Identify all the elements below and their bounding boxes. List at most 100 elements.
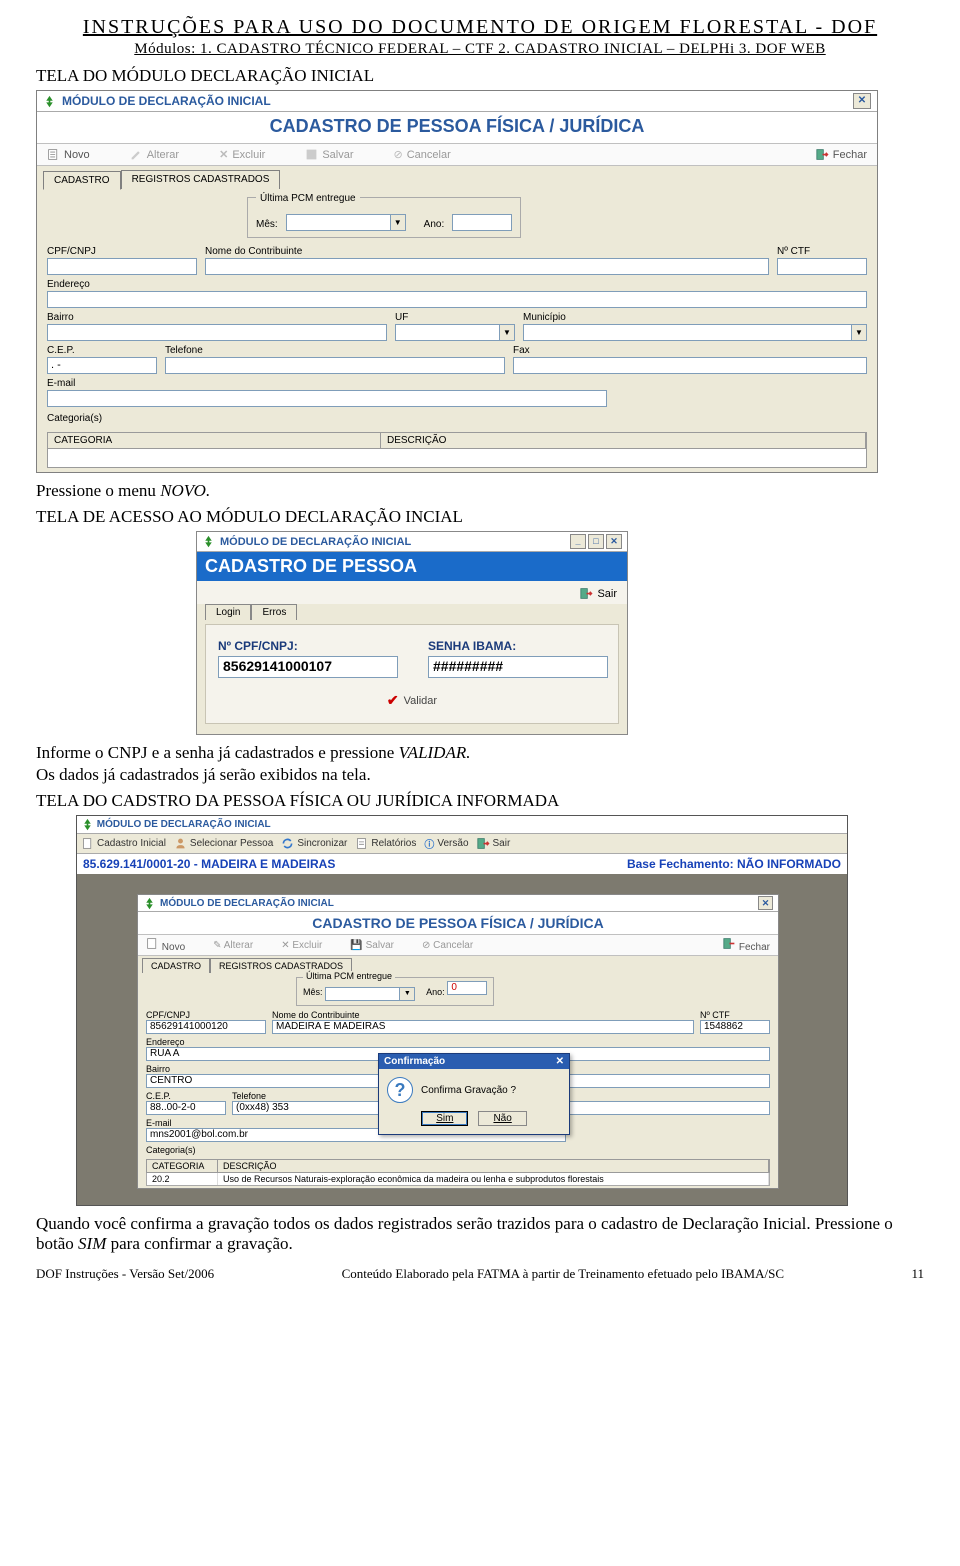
menu-relatorios[interactable]: Relatórios <box>355 836 416 851</box>
fax-label: Fax <box>513 345 867 356</box>
bairro-input[interactable] <box>47 324 387 341</box>
salvar-button[interactable]: 💾 Salvar <box>350 940 394 951</box>
menu-cadastro[interactable]: Cadastro Inicial <box>81 836 166 851</box>
nctf-input[interactable] <box>777 258 867 275</box>
excluir-button[interactable]: ✕ Excluir <box>281 940 322 951</box>
nctf-label: Nº CTF <box>777 246 867 257</box>
tab-erros[interactable]: Erros <box>251 604 297 620</box>
pcm-legend: Última PCM entregue <box>303 971 395 981</box>
novo-button[interactable]: Novo <box>146 937 185 953</box>
minimize-icon[interactable]: _ <box>570 534 586 549</box>
endereco-input[interactable] <box>47 291 867 308</box>
close-icon[interactable]: ✕ <box>556 1056 564 1067</box>
instruction-2: Informe o CNPJ e a senha já cadastrados … <box>36 743 924 763</box>
nctf-input[interactable]: 1548862 <box>700 1020 770 1034</box>
col-categoria: CATEGORIA <box>147 1160 218 1172</box>
cpfcnpj-input[interactable] <box>47 258 197 275</box>
nome-input[interactable] <box>205 258 769 275</box>
section-3-label: TELA DO CADSTRO DA PESSOA FÍSICA OU JURÍ… <box>36 791 924 811</box>
mes-label: Mês: <box>256 219 278 230</box>
pcm-legend: Última PCM entregue <box>256 193 360 204</box>
cpf-label: Nº CPF/CNPJ: <box>218 639 398 653</box>
senha-label: SENHA IBAMA: <box>428 639 608 653</box>
nao-button[interactable]: Não <box>478 1111 526 1126</box>
edit-icon <box>130 148 143 161</box>
bairro-label: Bairro <box>146 1064 396 1074</box>
ano-input[interactable]: 0 <box>447 981 487 995</box>
municipio-select[interactable]: ▼ <box>523 324 867 341</box>
tab-registros[interactable]: REGISTROS CADASTRADOS <box>121 170 281 189</box>
cep-input[interactable]: . - <box>47 357 157 374</box>
info-icon: ⓘ <box>424 836 434 851</box>
col-descricao: DESCRIÇÃO <box>218 1160 769 1172</box>
screenshot-3: MÓDULO DE DECLARAÇÃO INICIAL Cadastro In… <box>76 815 848 1206</box>
save-icon <box>305 148 318 161</box>
categorias-label: Categoria(s) <box>47 413 867 424</box>
salvar-button[interactable]: Salvar <box>305 148 353 161</box>
mes-select[interactable]: ▼ <box>325 987 415 1001</box>
novo-button[interactable]: Novo <box>47 148 90 161</box>
email-input[interactable] <box>47 390 607 407</box>
screenshot-2: MÓDULO DE DECLARAÇÃO INICIAL _ □ ✕ CADAS… <box>196 531 628 735</box>
bairro-input[interactable]: CENTRO <box>146 1074 396 1088</box>
menu-sair[interactable]: Sair <box>477 836 511 851</box>
window-subtitle: CADASTRO DE PESSOA FÍSICA / JURÍDICA <box>37 112 877 144</box>
cpf-input[interactable]: 85629141000107 <box>218 656 398 678</box>
exit-icon <box>723 937 736 950</box>
instruction-3: Os dados já cadastrados já serão exibido… <box>36 765 924 785</box>
cep-label: C.E.P. <box>146 1091 226 1101</box>
cpfcnpj-input[interactable]: 85629141000120 <box>146 1020 266 1034</box>
close-icon[interactable]: ✕ <box>853 93 871 109</box>
tab-login[interactable]: Login <box>205 604 251 620</box>
ano-label: Ano: <box>424 219 445 230</box>
fax-input[interactable] <box>513 357 867 374</box>
cep-input[interactable]: 88..00-2-0 <box>146 1101 226 1115</box>
alterar-button[interactable]: ✎ Alterar <box>213 940 253 951</box>
bairro-label: Bairro <box>47 312 387 323</box>
ano-input[interactable] <box>452 214 512 231</box>
excluir-button[interactable]: ✕Excluir <box>219 148 265 161</box>
instruction-4: Quando você confirma a gravação todos os… <box>36 1214 924 1254</box>
cpfcnpj-label: CPF/CNPJ <box>146 1010 266 1020</box>
mes-select[interactable]: ▼ <box>286 214 406 231</box>
tree-icon <box>202 535 215 548</box>
cell-categoria: 20.2 <box>147 1173 218 1185</box>
cancelar-button[interactable]: ⊘ Cancelar <box>422 940 473 951</box>
fechar-button[interactable]: Fechar <box>816 148 867 161</box>
categorias-label: Categoria(s) <box>146 1145 770 1155</box>
nome-input[interactable]: MADEIRA E MADEIRAS <box>272 1020 694 1034</box>
alterar-button[interactable]: Alterar <box>130 148 179 161</box>
delete-icon: ✕ <box>219 148 228 161</box>
sync-icon <box>281 837 294 850</box>
section-1-label: TELA DO MÓDULO DECLARAÇÃO INICIAL <box>36 66 924 86</box>
col-categoria: CATEGORIA <box>48 433 381 448</box>
menu-versao[interactable]: ⓘVersão <box>424 836 468 851</box>
categoria-row: 20.2 Uso de Recursos Naturais-exploração… <box>146 1173 770 1186</box>
exit-icon <box>816 148 829 161</box>
senha-input[interactable]: ######### <box>428 656 608 678</box>
close-icon[interactable]: ✕ <box>758 896 773 910</box>
col-descricao: DESCRIÇÃO <box>381 433 866 448</box>
sim-button[interactable]: Sim <box>421 1111 468 1126</box>
cancel-icon: ⊘ <box>394 148 403 161</box>
instruction-1: Pressione o menu NOVO. <box>36 481 924 501</box>
tab-cadastro[interactable]: CADASTRO <box>43 171 121 190</box>
footer-page: 11 <box>911 1266 924 1282</box>
tree-icon <box>143 897 156 910</box>
close-icon[interactable]: ✕ <box>606 534 622 549</box>
fechar-button[interactable]: Fechar <box>723 937 770 953</box>
maximize-icon[interactable]: □ <box>588 534 604 549</box>
menu-selecionar[interactable]: Selecionar Pessoa <box>174 836 273 851</box>
screenshot-1: MÓDULO DE DECLARAÇÃO INICIAL ✕ CADASTRO … <box>36 90 878 473</box>
tab-cadastro[interactable]: CADASTRO <box>142 958 210 973</box>
menu-sincronizar[interactable]: Sincronizar <box>281 836 347 851</box>
validar-button[interactable]: ✔ Validar <box>218 692 606 709</box>
cancelar-button[interactable]: ⊘Cancelar <box>394 148 451 161</box>
categoria-grid-body <box>47 449 867 468</box>
person-icon <box>174 837 187 850</box>
sair-button[interactable]: Sair <box>580 587 617 600</box>
telefone-input[interactable] <box>165 357 505 374</box>
question-icon: ? <box>387 1077 413 1103</box>
uf-select[interactable]: ▼ <box>395 324 515 341</box>
nome-label: Nome do Contribuinte <box>272 1010 694 1020</box>
